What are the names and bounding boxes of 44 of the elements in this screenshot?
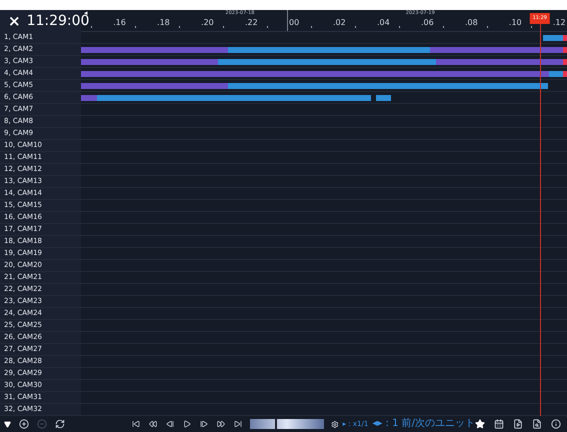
close-button[interactable]: × [8, 14, 21, 28]
fast-forward-icon[interactable] [216, 420, 225, 428]
hour-tick-label: .20 [201, 19, 214, 27]
slider-thumb[interactable] [274, 419, 277, 429]
play-icon[interactable] [182, 420, 191, 428]
minor-tick [354, 26, 356, 28]
hour-tick-label: 00 [289, 19, 300, 27]
step-forward-icon[interactable] [200, 420, 208, 428]
minor-tick [91, 26, 92, 28]
hour-tick-label: .06 [420, 19, 434, 27]
speed-slider[interactable] [250, 419, 324, 429]
minor-tick [486, 26, 488, 28]
hour-tick-label: .08 [464, 19, 478, 27]
hour-tick-label: .16 [113, 19, 126, 27]
unit-info: ◂▸ : 1 前/次のユニット [372, 419, 475, 429]
hour-tick-label: .22 [245, 19, 258, 27]
clock-time: 11:29:00 [26, 14, 90, 28]
minor-tick [398, 26, 400, 28]
step-back-icon[interactable] [166, 420, 174, 428]
settings-icon[interactable] [330, 420, 339, 428]
hour-tick-label: .02 [332, 19, 346, 27]
star-icon[interactable] [475, 419, 485, 429]
export-icon[interactable] [513, 419, 523, 429]
minor-tick [223, 26, 224, 28]
hour-tick-label: .04 [376, 19, 390, 27]
minor-tick [530, 26, 532, 28]
minor-tick [310, 26, 312, 28]
hour-tick-label: .12 [552, 19, 566, 27]
refresh-icon[interactable] [55, 419, 65, 429]
minor-tick [179, 26, 180, 28]
zoom-in-icon[interactable] [19, 419, 29, 429]
collapse-icon[interactable] [4, 420, 11, 428]
calendar-icon[interactable] [494, 419, 504, 429]
hour-tick-label: .18 [157, 19, 170, 27]
info-icon[interactable] [551, 419, 561, 429]
hour-tick-label: .10 [508, 19, 522, 27]
minor-tick [267, 26, 268, 28]
minor-tick [135, 26, 136, 28]
file-search-icon[interactable] [532, 419, 542, 429]
skip-to-start-icon[interactable] [132, 420, 140, 428]
minor-tick [442, 26, 444, 28]
recording-bar [376, 95, 392, 101]
skip-to-end-icon[interactable] [234, 420, 242, 428]
rewind-icon[interactable] [148, 420, 157, 428]
